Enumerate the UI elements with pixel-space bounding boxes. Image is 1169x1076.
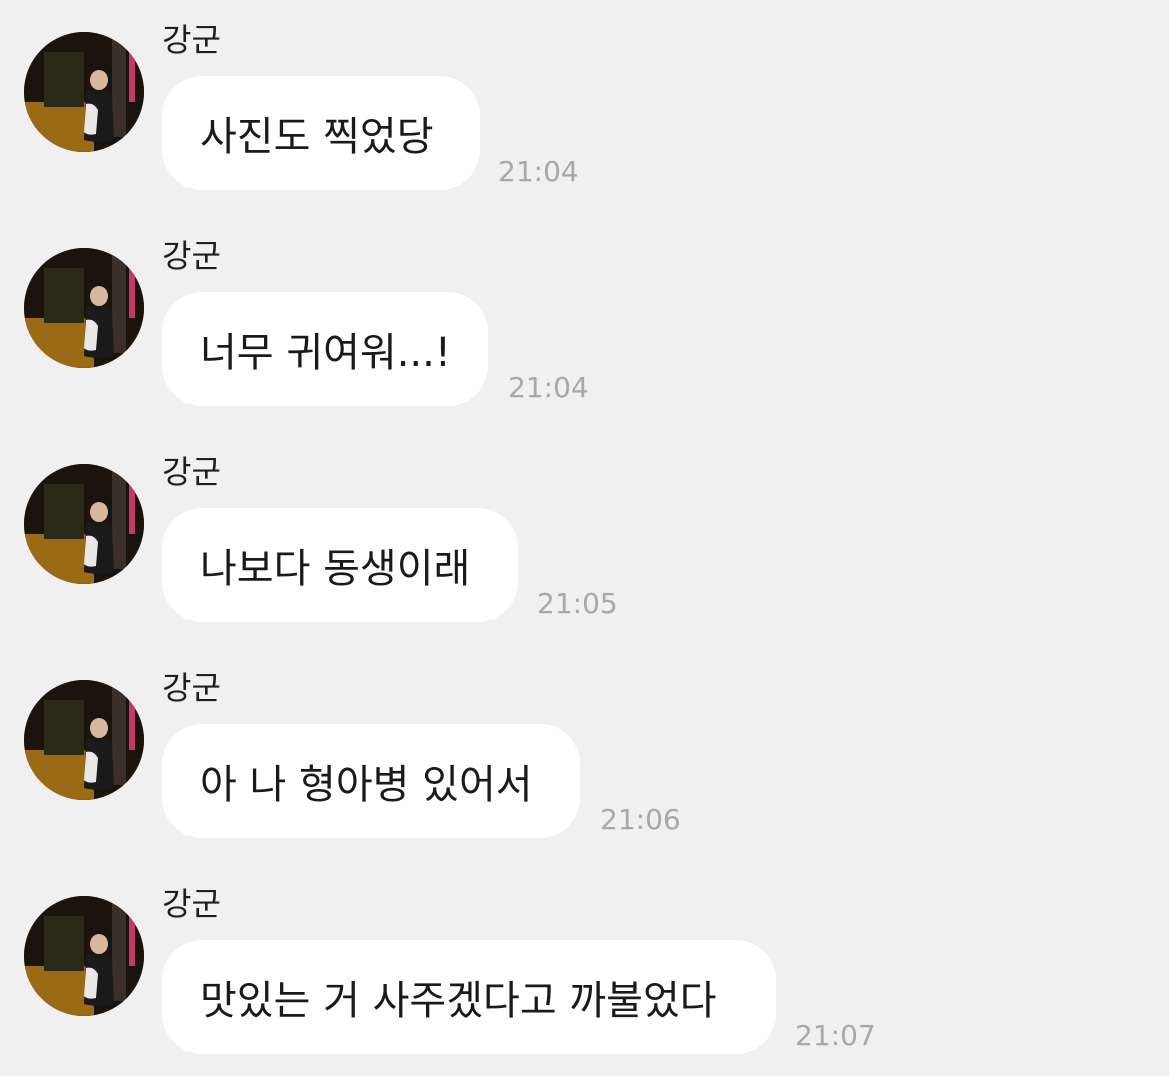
sender-name: 강군 (162, 885, 221, 923)
chat-message: 강군 나보다 동생이래 21:05 (0, 432, 1169, 632)
message-bubble[interactable]: 아 나 형아병 있어서 (162, 724, 580, 838)
message-time: 21:05 (537, 587, 618, 620)
message-time: 21:04 (498, 155, 579, 188)
message-bubble[interactable]: 사진도 찍었당 (162, 76, 480, 190)
message-time: 21:06 (600, 803, 681, 836)
profile-photo-icon (24, 896, 144, 1016)
sender-name: 강군 (162, 669, 221, 707)
message-bubble[interactable]: 맛있는 거 사주겠다고 까불었다 (162, 940, 776, 1054)
avatar[interactable] (24, 248, 144, 368)
avatar[interactable] (24, 680, 144, 800)
sender-name: 강군 (162, 21, 221, 59)
sender-name: 강군 (162, 237, 221, 275)
message-time: 21:07 (795, 1019, 876, 1052)
message-bubble[interactable]: 너무 귀여워...! (162, 292, 488, 406)
chat-message: 강군 아 나 형아병 있어서 21:06 (0, 648, 1169, 848)
chat-message: 강군 맛있는 거 사주겠다고 까불었다 21:07 (0, 864, 1169, 1064)
avatar[interactable] (24, 464, 144, 584)
profile-photo-icon (24, 680, 144, 800)
profile-photo-icon (24, 32, 144, 152)
profile-photo-icon (24, 464, 144, 584)
avatar[interactable] (24, 32, 144, 152)
chat-message: 강군 사진도 찍었당 21:04 (0, 0, 1169, 200)
profile-photo-icon (24, 248, 144, 368)
message-bubble[interactable]: 나보다 동생이래 (162, 508, 518, 622)
message-time: 21:04 (508, 371, 589, 404)
avatar[interactable] (24, 896, 144, 1016)
sender-name: 강군 (162, 453, 221, 491)
chat-list[interactable]: 강군 사진도 찍었당 21:04 강군 너무 귀여워...! 21:04 강군 … (0, 0, 1169, 1076)
chat-message: 강군 너무 귀여워...! 21:04 (0, 216, 1169, 416)
